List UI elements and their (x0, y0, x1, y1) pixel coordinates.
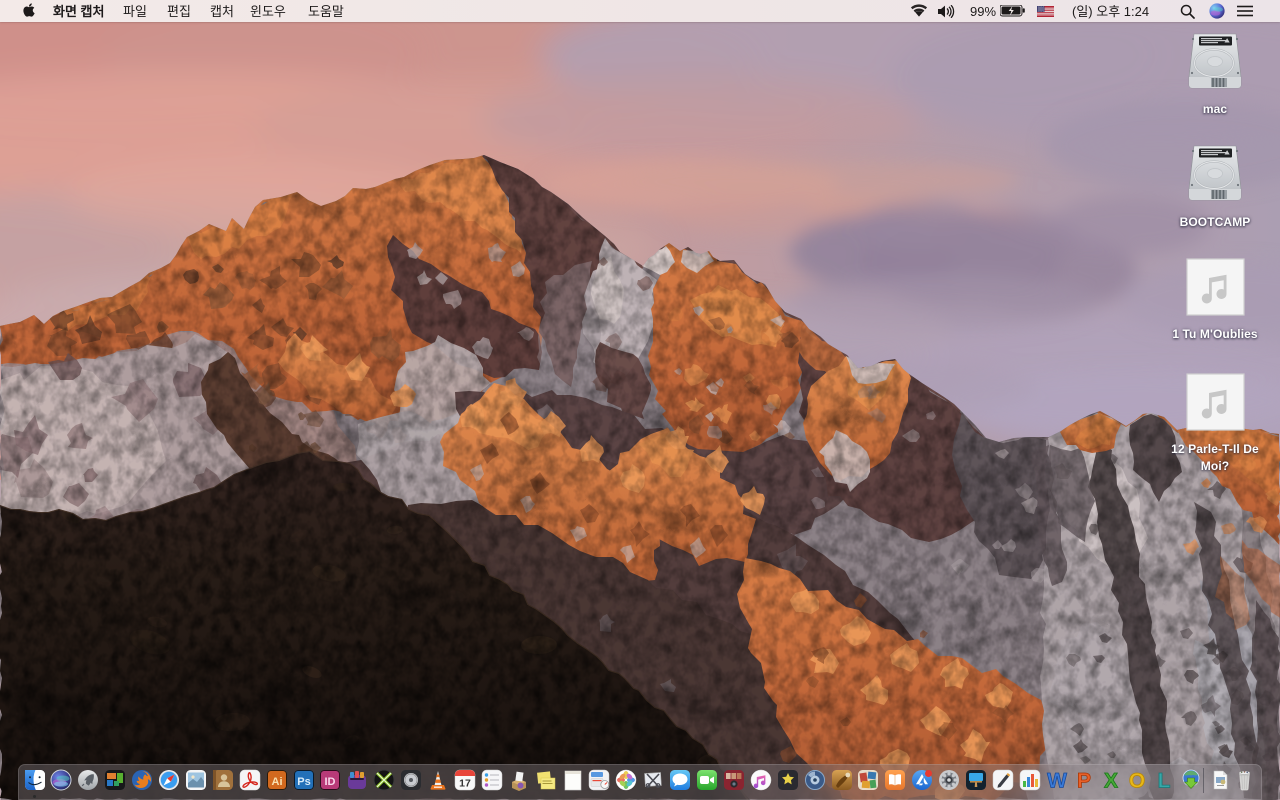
svg-text:X: X (1103, 770, 1117, 792)
svg-text:Ai: Ai (271, 776, 282, 788)
svg-text:O: O (1129, 770, 1145, 792)
svg-text:17: 17 (459, 778, 471, 790)
svg-text:P: P (1077, 770, 1091, 792)
svg-text:L: L (1158, 770, 1171, 792)
svg-text:W: W (1047, 770, 1067, 792)
svg-text:ID: ID (325, 776, 336, 788)
svg-text:Ps: Ps (297, 776, 310, 788)
